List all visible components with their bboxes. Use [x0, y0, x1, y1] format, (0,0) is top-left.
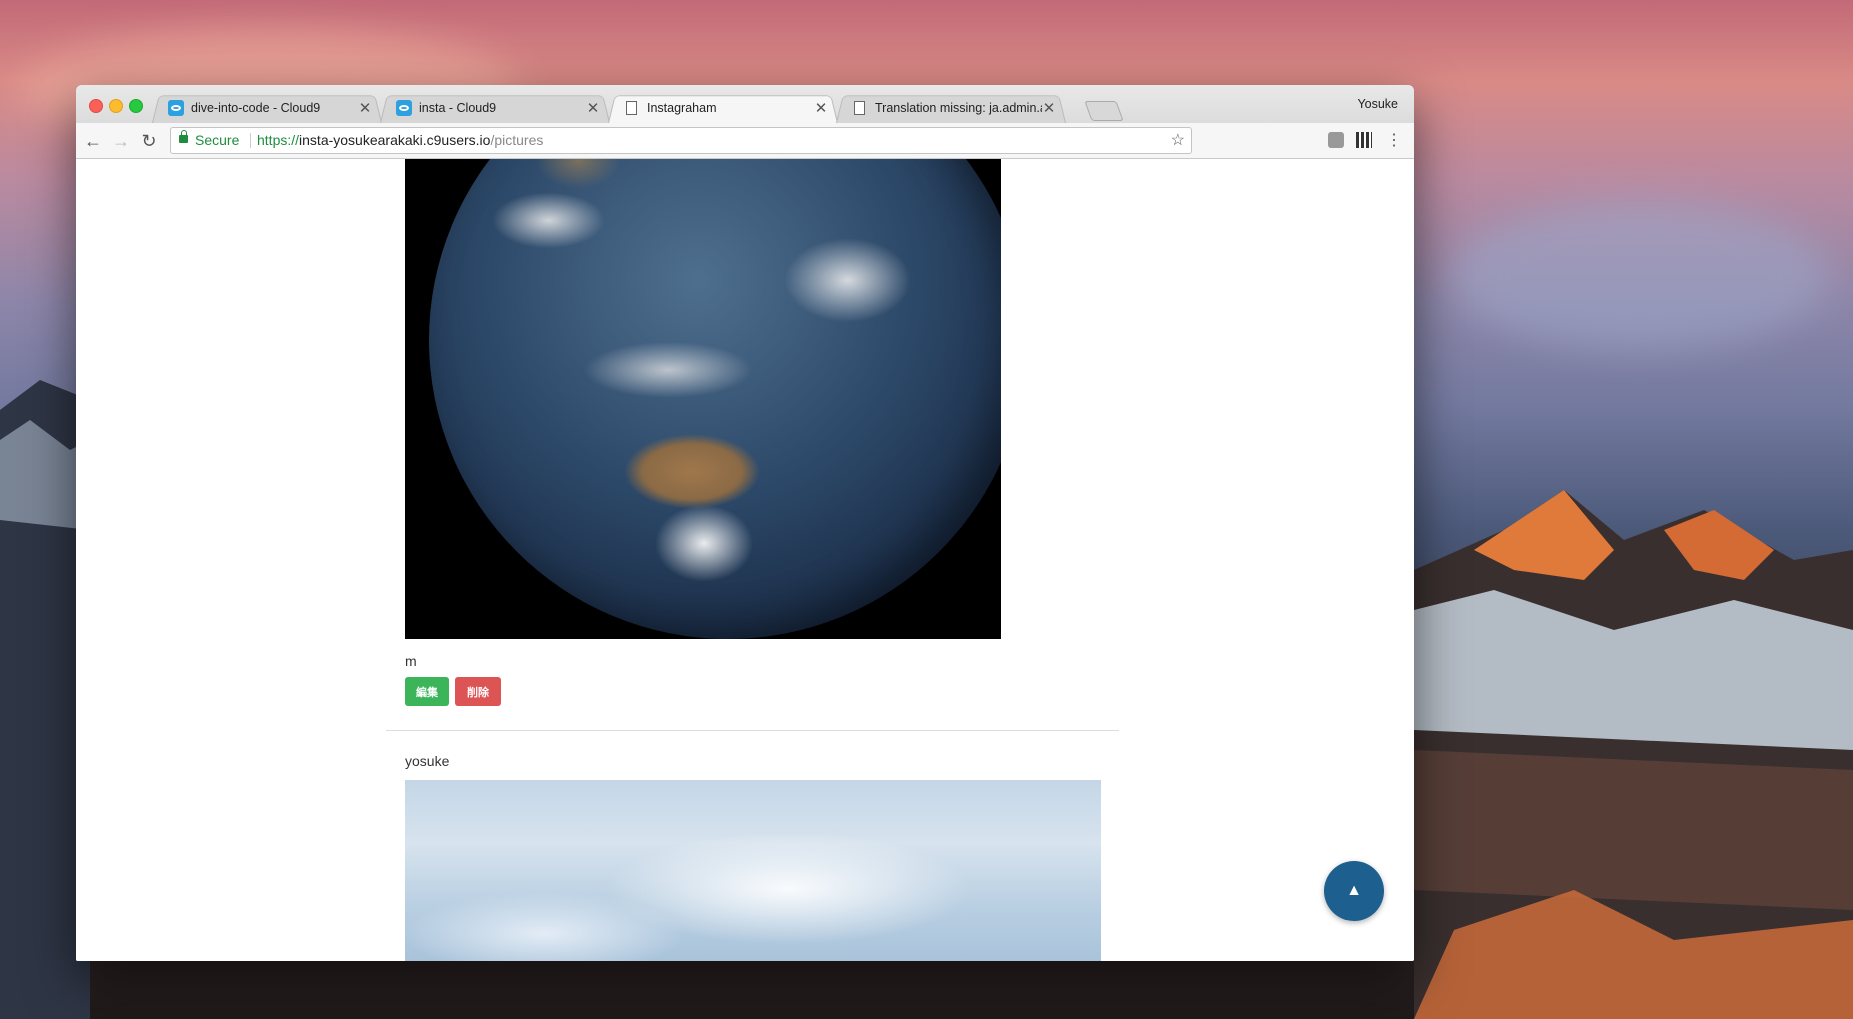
title-bar: dive-into-code - Cloud9 ✕ insta - Cloud9…	[76, 85, 1414, 123]
tab-dive-into-code[interactable]: dive-into-code - Cloud9 ✕	[152, 93, 382, 123]
post-divider	[386, 730, 1119, 731]
browser-window: dive-into-code - Cloud9 ✕ insta - Cloud9…	[76, 85, 1414, 961]
page-content: m 編集 削除 yosuke ▲	[76, 159, 1414, 961]
close-window-button[interactable]	[89, 99, 103, 113]
browser-toolbar: ← → ↻ Secure https://insta-yosukearakaki…	[76, 123, 1414, 159]
tab-insta-cloud9[interactable]: insta - Cloud9 ✕	[380, 93, 610, 123]
cloud9-icon	[168, 100, 184, 116]
forward-arrow-icon[interactable]: →	[108, 128, 134, 154]
tab-title: Instagraham	[647, 101, 717, 115]
bookmark-star-icon[interactable]: ☆	[1171, 128, 1185, 153]
document-icon	[624, 100, 640, 116]
profile-name[interactable]: Yosuke	[1357, 97, 1398, 111]
url-text[interactable]: https://insta-yosukearakaki.c9users.io/p…	[257, 128, 543, 153]
minimize-window-button[interactable]	[109, 99, 123, 113]
tab-instagraham[interactable]: Instagraham ✕	[608, 93, 838, 123]
qr-code-icon[interactable]	[1356, 132, 1372, 148]
new-tab-button[interactable]	[1084, 101, 1124, 121]
tab-title: Translation missing: ja.admin.a	[875, 101, 1042, 115]
scroll-to-top-button[interactable]: ▲	[1324, 861, 1384, 921]
cloud9-icon	[396, 100, 412, 116]
post-image-earth	[405, 159, 1001, 639]
tab-close-icon[interactable]: ✕	[358, 99, 372, 117]
document-icon	[852, 100, 868, 116]
back-arrow-icon[interactable]: ←	[80, 128, 106, 154]
tab-title: dive-into-code - Cloud9	[191, 101, 321, 115]
mountain-right	[1414, 490, 1853, 1019]
edit-button[interactable]: 編集	[405, 677, 449, 706]
tab-close-icon[interactable]: ✕	[814, 99, 828, 117]
delete-button[interactable]: 削除	[455, 677, 501, 706]
post-image-sky	[405, 780, 1101, 961]
tab-close-icon[interactable]: ✕	[586, 99, 600, 117]
secure-label: Secure	[195, 132, 240, 148]
post-username: yosuke	[405, 753, 450, 769]
lock-icon	[179, 130, 188, 143]
tab-title: insta - Cloud9	[419, 101, 497, 115]
post-caption: m	[405, 653, 417, 669]
tab-translation-missing[interactable]: Translation missing: ja.admin.a ✕	[836, 93, 1066, 123]
extension-icon[interactable]	[1328, 132, 1344, 148]
tab-close-icon[interactable]: ✕	[1042, 99, 1056, 117]
browser-menu-icon[interactable]: ⋮	[1386, 129, 1402, 153]
maximize-window-button[interactable]	[129, 99, 143, 113]
reload-icon[interactable]: ↻	[136, 128, 162, 154]
address-bar[interactable]: Secure https://insta-yosukearakaki.c9use…	[170, 127, 1192, 154]
